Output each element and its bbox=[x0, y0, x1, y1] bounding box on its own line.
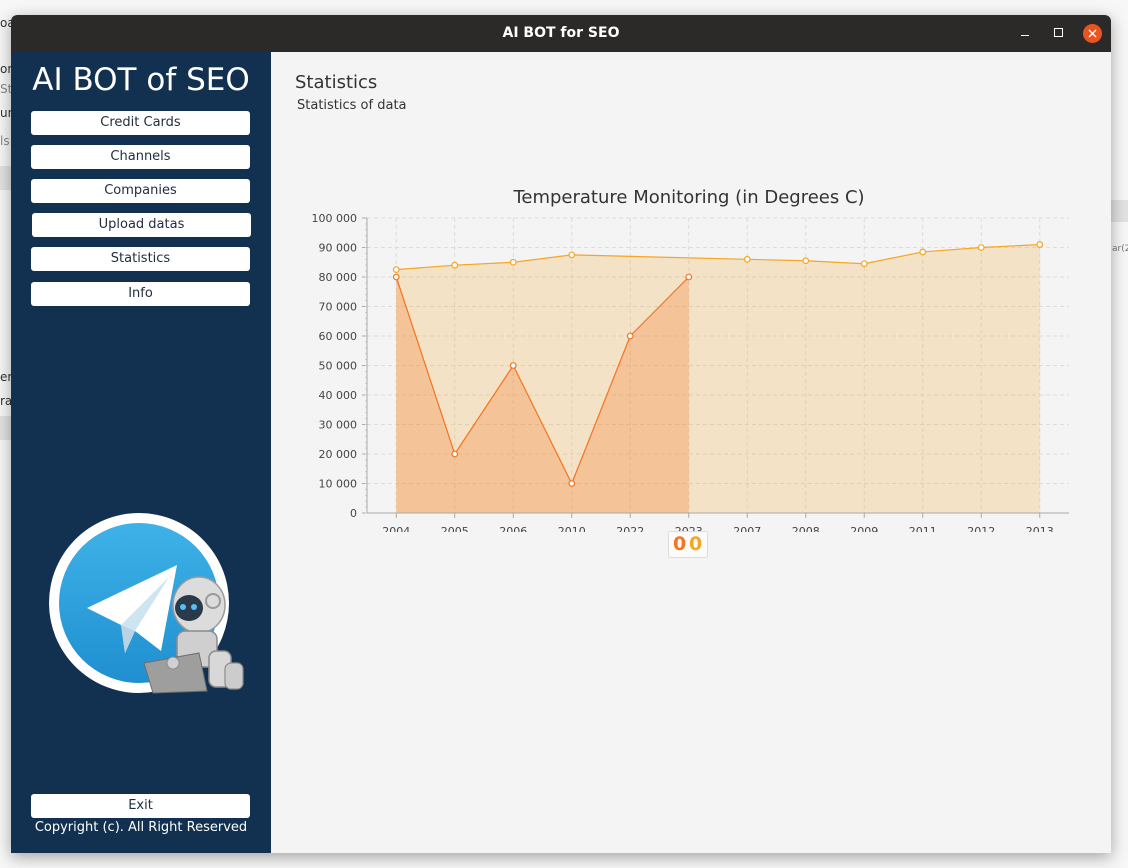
app-window: AI BOT for SEO AI BOT of SEO Credit Card… bbox=[11, 15, 1111, 853]
legend-symbol-2: 0 bbox=[689, 533, 703, 555]
upload-datas-button[interactable]: Upload datas bbox=[32, 213, 251, 237]
background-row bbox=[1111, 200, 1128, 222]
x-tick-label: 2012 bbox=[967, 525, 995, 532]
x-tick-label: 2010 bbox=[558, 525, 586, 532]
exit-button[interactable]: Exit bbox=[31, 794, 250, 818]
y-tick-label: 40 000 bbox=[319, 389, 358, 402]
companies-button[interactable]: Companies bbox=[31, 179, 250, 203]
background-text: ls bbox=[0, 134, 10, 148]
series-2-point bbox=[977, 244, 985, 251]
telegram-robot-logo bbox=[49, 513, 244, 694]
legend-symbol-1: 0 bbox=[673, 533, 687, 555]
close-icon bbox=[1088, 29, 1097, 38]
y-tick-label: 0 bbox=[350, 507, 357, 520]
sidebar: AI BOT of SEO Credit Cards Channels Comp… bbox=[11, 52, 271, 853]
y-tick-label: 10 000 bbox=[319, 478, 358, 491]
copyright-text: Copyright (c). All Right Reserved bbox=[34, 820, 248, 835]
x-tick-label: 2011 bbox=[909, 525, 937, 532]
series-1-point bbox=[568, 480, 576, 487]
y-tick-label: 20 000 bbox=[319, 448, 358, 461]
temperature-chart: Temperature Monitoring (in Degrees C) 0 1… bbox=[312, 187, 1069, 532]
series-2-point bbox=[392, 266, 400, 274]
series-2-point bbox=[860, 260, 868, 268]
series-2-point bbox=[509, 258, 517, 266]
series-2-point bbox=[743, 255, 751, 263]
background-row bbox=[0, 166, 11, 190]
y-tick-label: 30 000 bbox=[319, 419, 358, 432]
series-1-point bbox=[685, 273, 693, 281]
y-tick-label: 80 000 bbox=[319, 271, 358, 284]
series-1-point bbox=[509, 362, 517, 369]
x-tick-label: 2009 bbox=[850, 525, 878, 532]
y-tick-label: 90 000 bbox=[319, 242, 358, 255]
credit-cards-button[interactable]: Credit Cards bbox=[31, 111, 250, 135]
x-tick-label: 2022 bbox=[616, 525, 644, 532]
series-1-point bbox=[626, 332, 634, 340]
statistics-button[interactable]: Statistics bbox=[31, 247, 250, 271]
series-2-point bbox=[451, 261, 459, 269]
x-tick-label: 2005 bbox=[441, 525, 469, 532]
x-tick-label: 2013 bbox=[1026, 525, 1054, 532]
x-tick-label: 2007 bbox=[733, 525, 761, 532]
series-2-point bbox=[1036, 241, 1044, 248]
close-button[interactable] bbox=[1083, 24, 1102, 43]
minimize-button[interactable] bbox=[1016, 23, 1036, 43]
page-subtitle: Statistics of data bbox=[297, 98, 407, 113]
background-row bbox=[0, 416, 11, 440]
x-tick-label: 2004 bbox=[382, 525, 410, 532]
series-1-point bbox=[451, 450, 459, 458]
page-title: Statistics bbox=[295, 72, 378, 93]
x-tick-label: 2008 bbox=[792, 525, 820, 532]
info-button[interactable]: Info bbox=[31, 282, 250, 306]
title-bar[interactable]: AI BOT for SEO bbox=[11, 15, 1111, 52]
maximize-button[interactable] bbox=[1049, 23, 1069, 43]
legend-box: 0 0 bbox=[668, 531, 708, 558]
background-text: ar(2 bbox=[1112, 244, 1128, 254]
x-tick-label: 2006 bbox=[499, 525, 527, 532]
y-tick-label: 50 000 bbox=[319, 360, 358, 373]
main-panel: Statistics Statistics of data Temperatur… bbox=[271, 52, 1111, 853]
series-2-point bbox=[802, 257, 810, 265]
series-2-point bbox=[568, 251, 576, 259]
series-1-point bbox=[392, 273, 400, 281]
y-tick-label: 70 000 bbox=[319, 301, 358, 314]
window-title: AI BOT for SEO bbox=[502, 25, 620, 41]
y-tick-label: 100 000 bbox=[312, 212, 358, 225]
chart-title: Temperature Monitoring (in Degrees C) bbox=[512, 187, 864, 208]
channels-button[interactable]: Channels bbox=[31, 145, 250, 169]
series-2-point bbox=[919, 248, 927, 256]
app-title: AI BOT of SEO bbox=[32, 62, 250, 98]
y-tick-label: 60 000 bbox=[319, 330, 358, 343]
